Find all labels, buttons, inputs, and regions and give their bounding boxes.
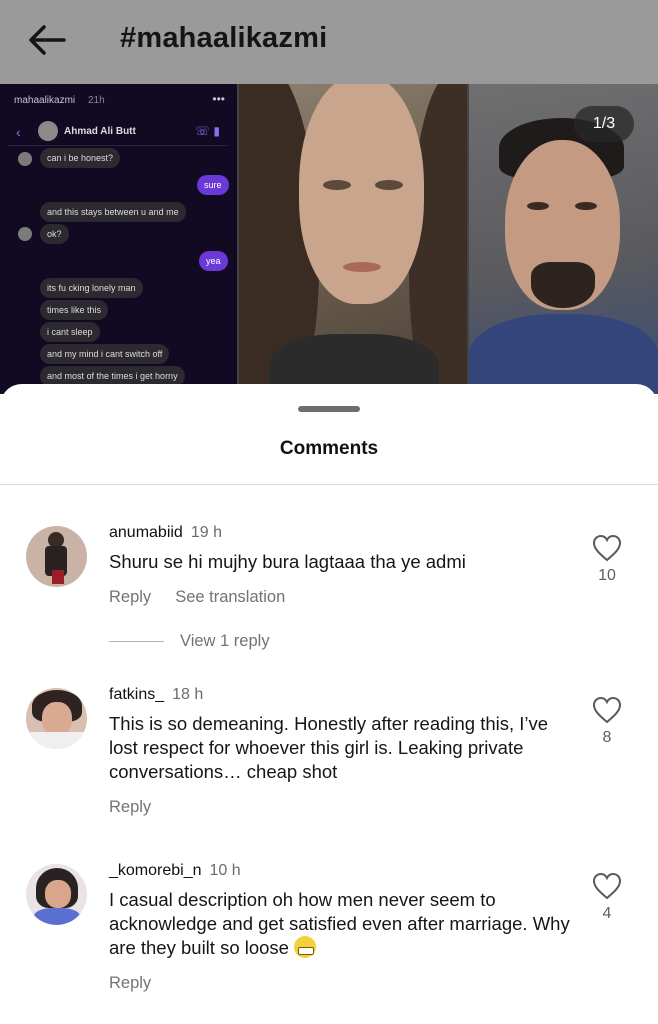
chat-message: i cant sleep (40, 322, 100, 342)
comment-time: 10 h (209, 862, 241, 879)
comment-header: _komorebi_n 10 h (109, 862, 241, 880)
see-translation-button[interactable]: See translation (175, 588, 285, 606)
man-portrait-image: 1/3 (469, 84, 658, 394)
avatar[interactable] (26, 864, 87, 925)
like-count: 8 (602, 729, 612, 746)
comment-text: I casual description oh how men never se… (109, 888, 579, 960)
contact-avatar (38, 121, 58, 141)
carousel-counter: 1/3 (574, 106, 634, 142)
replies-line (109, 641, 164, 643)
chat-message: and my mind i cant switch off (40, 344, 170, 364)
comment-text: This is so demeaning. Honestly after rea… (109, 713, 549, 782)
chat-message: its fu cking lonely man (40, 278, 143, 298)
comment-actions: Reply (109, 798, 175, 817)
comment-actions: Reply See translation (109, 588, 309, 607)
view-replies-button[interactable]: View 1 reply (109, 632, 270, 651)
chat-contact-bar: ‹ Ahmad Ali Butt ☏ ▮ (8, 118, 228, 146)
chat-back-icon: ‹ (16, 124, 21, 140)
sender-avatar (18, 227, 32, 241)
reply-button[interactable]: Reply (109, 798, 151, 816)
heart-icon[interactable] (592, 872, 622, 900)
comment-header: anumabiid 19 h (109, 524, 222, 542)
like-count: 10 (598, 567, 616, 584)
view-replies-label: View 1 reply (180, 632, 270, 650)
comment-actions: Reply (109, 974, 175, 993)
woman-portrait-image (239, 84, 467, 394)
comment-item: fatkins_ 18 h This is so demeaning. Hones… (0, 686, 658, 826)
heart-icon[interactable] (592, 696, 622, 724)
top-app-bar: #mahaalikazmi (0, 0, 658, 84)
sheet-divider (0, 484, 658, 485)
chat-message: yea (199, 251, 228, 271)
comments-sheet: Comments anumabiid 19 h Shuru se hi mujhy… (0, 384, 658, 1024)
call-video-icon: ☏ ▮ (195, 124, 220, 138)
chat-message: times like this (40, 300, 109, 320)
chat-age: 21h (88, 95, 105, 106)
comment-item: anumabiid 19 h Shuru se hi mujhy bura lag… (0, 524, 658, 654)
chat-message: can i be honest? (40, 148, 121, 168)
chat-message: and this stays between u and me (40, 202, 186, 222)
chat-screenshot-image: mahaalikazmi 21h ••• ‹ Ahmad Ali Butt ☏ … (0, 84, 237, 394)
comment-time: 19 h (190, 524, 222, 541)
comment-username[interactable]: _komorebi_n (109, 862, 202, 879)
like-count: 4 (602, 905, 612, 922)
reply-button[interactable]: Reply (109, 588, 151, 606)
more-options-icon: ••• (212, 92, 225, 106)
avatar[interactable] (26, 526, 87, 587)
heart-icon[interactable] (592, 534, 622, 562)
hashtag-title: #mahaalikazmi (120, 22, 328, 54)
sheet-title: Comments (279, 438, 379, 459)
comment-header: fatkins_ 18 h (109, 686, 203, 704)
comment-text-content: I casual description oh how men never se… (109, 889, 570, 958)
chat-message: sure (197, 175, 229, 195)
post-media-carousel[interactable]: mahaalikazmi 21h ••• ‹ Ahmad Ali Butt ☏ … (0, 84, 658, 394)
avatar[interactable] (26, 688, 87, 749)
chat-message: ok? (40, 224, 69, 244)
contact-name: Ahmad Ali Butt (64, 126, 136, 137)
comment-item: _komorebi_n 10 h I casual description oh … (0, 862, 658, 1002)
back-arrow-icon[interactable] (24, 20, 70, 60)
chat-author: mahaalikazmi (14, 95, 76, 106)
sender-avatar (18, 152, 32, 166)
comment-username[interactable]: anumabiid (109, 524, 183, 541)
comment-time: 18 h (172, 686, 204, 703)
drag-handle[interactable] (298, 406, 360, 412)
comment-text: Shuru se hi mujhy bura lagtaaa tha ye ad… (109, 551, 466, 572)
comment-username[interactable]: fatkins_ (109, 686, 164, 703)
reply-button[interactable]: Reply (109, 974, 151, 992)
chat-message: and most of the times i get horny (40, 366, 185, 386)
grimacing-face-icon (294, 936, 317, 958)
chat-screenshot-header: mahaalikazmi 21h ••• (0, 92, 237, 108)
